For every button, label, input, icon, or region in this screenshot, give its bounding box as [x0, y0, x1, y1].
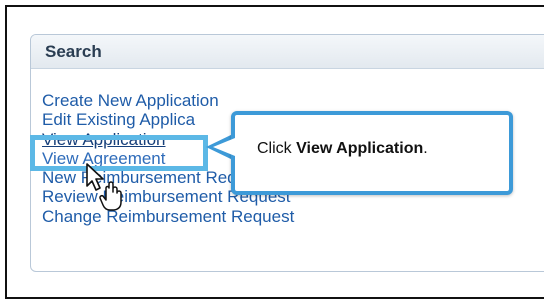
create-new-application-link[interactable]: Create New Application: [42, 91, 294, 110]
callout-bold-text: View Application: [296, 140, 424, 157]
callout-text: Click View Application.: [257, 140, 428, 158]
hand-pointer-icon: [86, 163, 122, 211]
callout-prefix: Click: [257, 140, 297, 157]
callout-pointer-inner: [213, 138, 235, 156]
callout-suffix: .: [423, 140, 428, 157]
change-reimbursement-request-link[interactable]: Change Reimbursement Request: [42, 207, 294, 226]
search-panel-header: Search: [31, 35, 544, 69]
instruction-callout: Click View Application.: [231, 111, 513, 195]
